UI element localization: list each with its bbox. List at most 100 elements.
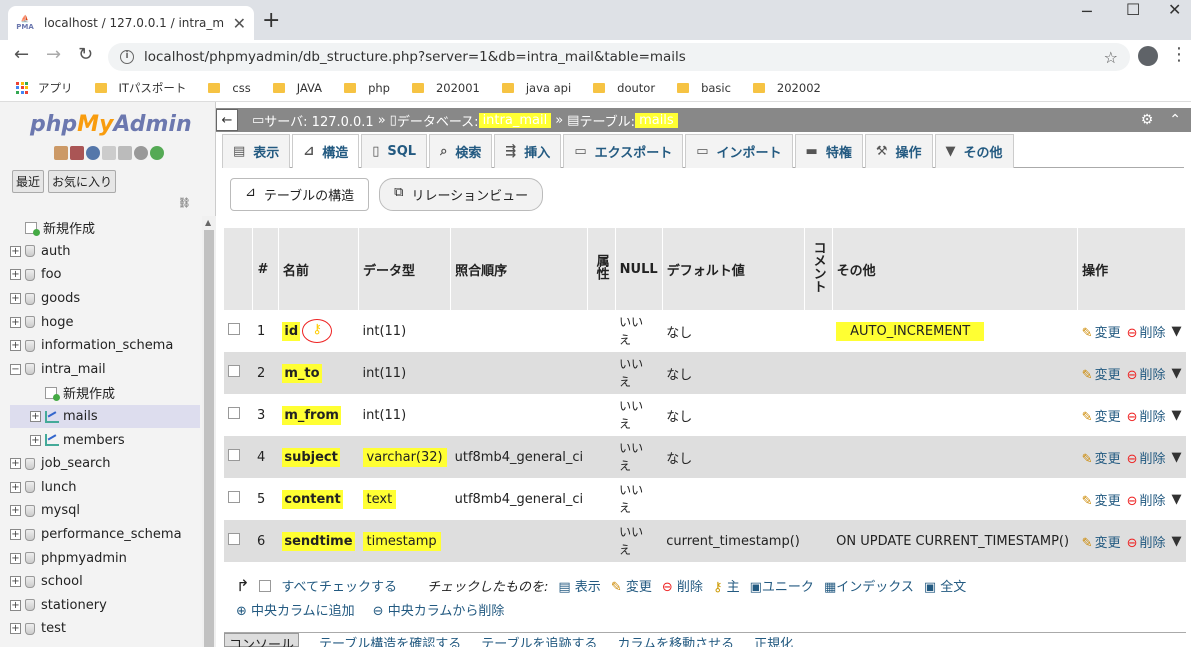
sql-doc-icon[interactable]	[118, 146, 132, 160]
tree-item[interactable]: + stationery	[10, 594, 200, 618]
maximize-icon[interactable]: ☐	[1126, 0, 1140, 19]
expand-icon[interactable]: +	[30, 434, 41, 446]
reload-icon[interactable]: ↻	[78, 44, 93, 65]
edit-link[interactable]: 変更	[1082, 364, 1121, 383]
delete-link[interactable]: 削除	[1127, 490, 1165, 509]
minimize-icon[interactable]: ─	[1082, 2, 1092, 21]
expand-icon[interactable]: +	[30, 411, 41, 423]
docs-icon[interactable]	[102, 146, 116, 160]
home-icon[interactable]	[54, 146, 68, 160]
tab-more[interactable]: ▼ その他	[934, 134, 1014, 168]
menu-dots-icon[interactable]: ⋮	[1170, 44, 1188, 65]
forward-icon[interactable]: →	[46, 44, 61, 65]
back-icon[interactable]: ←	[14, 44, 29, 65]
tree-item[interactable]: + job_search	[10, 452, 200, 476]
edit-link[interactable]: 変更	[1082, 490, 1121, 509]
phpmyadmin-logo[interactable]: phpMyAdmin	[30, 112, 192, 137]
breadcrumb-db[interactable]: intra_mail	[478, 112, 552, 128]
favorites-button[interactable]: お気に入り	[48, 170, 117, 193]
col-name-header[interactable]: 名前	[278, 228, 360, 310]
subtab-relation-view[interactable]: ⧉ リレーションビュー	[379, 178, 544, 211]
settings-gear-icon[interactable]: ⚙	[1141, 112, 1154, 128]
tab-browse[interactable]: ▤ 表示	[222, 134, 291, 168]
recent-button[interactable]: 最近	[12, 170, 45, 193]
bookmark-item[interactable]: basic	[677, 81, 731, 95]
check-all-label[interactable]: すべてチェックする	[281, 576, 397, 595]
console-link[interactable]: テーブル構造を確認する	[319, 633, 461, 647]
help-icon[interactable]	[86, 146, 100, 160]
subtab-table-structure[interactable]: ⊿ テーブルの構造	[230, 178, 370, 211]
row-checkbox[interactable]	[228, 365, 240, 377]
bulk-fulltext-button[interactable]: ▣ 全文	[924, 576, 966, 595]
bulk-unique-button[interactable]: ▣ユニーク	[750, 576, 814, 595]
col-comment-header[interactable]: コメント	[804, 228, 833, 310]
more-dropdown-icon[interactable]: ▼	[1172, 324, 1182, 339]
more-dropdown-icon[interactable]: ▼	[1172, 534, 1182, 549]
row-checkbox[interactable]	[228, 407, 240, 419]
breadcrumb-server[interactable]: サーバ: 127.0.0.1	[264, 111, 373, 130]
expand-icon[interactable]: +	[10, 552, 21, 564]
tree-item[interactable]: + test	[10, 617, 200, 641]
expand-icon[interactable]: +	[10, 599, 21, 611]
console-link[interactable]: テーブルを追跡する	[481, 633, 597, 647]
bookmark-item[interactable]: java api	[501, 81, 571, 95]
expand-icon[interactable]: +	[10, 505, 21, 517]
bookmark-star-icon[interactable]: ☆	[1104, 48, 1118, 67]
tree-item[interactable]: 新規作成	[10, 381, 200, 405]
expand-icon[interactable]: −	[10, 363, 21, 375]
nav-scrollbar[interactable]: ▲	[202, 216, 216, 647]
bookmark-item[interactable]: 202002	[752, 81, 821, 95]
tab-export[interactable]: ▭ エクスポート	[563, 134, 684, 168]
expand-icon[interactable]: +	[10, 316, 21, 328]
settings-gear-icon[interactable]	[134, 146, 148, 160]
bulk-primary-button[interactable]: ⚷ 主	[713, 576, 740, 595]
delete-link[interactable]: 削除	[1127, 322, 1165, 341]
bookmark-item[interactable]: ITパスポート	[94, 80, 186, 96]
tab-structure[interactable]: ⊿ 構造	[292, 134, 360, 168]
tree-item[interactable]: + performance_schema	[10, 523, 200, 547]
close-tab-icon[interactable]: ✕	[233, 14, 246, 33]
bookmark-item[interactable]: css	[208, 81, 251, 95]
tab-search[interactable]: ⌕ 検索	[429, 134, 493, 168]
expand-icon[interactable]: +	[10, 623, 21, 635]
close-window-icon[interactable]: ✕	[1168, 0, 1181, 19]
bookmark-item[interactable]: 202001	[411, 81, 480, 95]
bulk-browse-button[interactable]: ▤ 表示	[558, 576, 600, 595]
tree-item[interactable]: + information_schema	[10, 334, 200, 358]
row-checkbox[interactable]	[228, 449, 240, 461]
tab-import[interactable]: ▭ インポート	[685, 134, 793, 168]
tree-item[interactable]: + phpmyadmin	[10, 546, 200, 570]
new-tab-button[interactable]: +	[262, 8, 280, 33]
edit-link[interactable]: 変更	[1082, 322, 1121, 341]
edit-link[interactable]: 変更	[1082, 448, 1121, 467]
logout-icon[interactable]	[70, 146, 84, 160]
browser-tab[interactable]: ⛵PMA localhost / 127.0.0.1 / intra_mail …	[8, 6, 254, 40]
bookmark-item[interactable]: JAVA	[272, 81, 322, 95]
more-dropdown-icon[interactable]: ▼	[1172, 408, 1182, 423]
more-dropdown-icon[interactable]: ▼	[1172, 366, 1182, 381]
bookmark-apps[interactable]: アプリ	[16, 80, 73, 96]
scroll-thumb[interactable]	[204, 230, 214, 647]
col-default-header[interactable]: デフォルト値	[662, 228, 805, 310]
row-checkbox[interactable]	[228, 533, 240, 545]
bulk-index-button[interactable]: ▦インデックス	[824, 576, 914, 595]
more-dropdown-icon[interactable]: ▼	[1172, 492, 1182, 507]
tree-item[interactable]: + goods	[10, 287, 200, 311]
tab-operations[interactable]: ⚒ 操作	[864, 134, 933, 168]
breadcrumb-table[interactable]: mails	[635, 112, 678, 128]
bookmark-item[interactable]: doutor	[593, 81, 655, 95]
tree-item[interactable]: + mysql	[10, 499, 200, 523]
collapse-top-icon[interactable]: ⌃	[1169, 112, 1181, 128]
central-add-button[interactable]: ⊕ 中央カラムに追加	[236, 600, 355, 619]
more-dropdown-icon[interactable]: ▼	[1172, 450, 1182, 465]
edit-link[interactable]: 変更	[1082, 532, 1121, 551]
tab-sql[interactable]: ▯ SQL	[361, 134, 428, 168]
tree-item[interactable]: + auth	[10, 240, 200, 264]
reload-nav-icon[interactable]	[150, 146, 164, 160]
col-type-header[interactable]: データ型	[358, 228, 452, 310]
expand-icon[interactable]: +	[10, 293, 21, 305]
col-null-header[interactable]: NULL	[615, 228, 663, 310]
expand-icon[interactable]: +	[10, 340, 21, 352]
delete-link[interactable]: 削除	[1127, 448, 1165, 467]
delete-link[interactable]: 削除	[1127, 532, 1165, 551]
